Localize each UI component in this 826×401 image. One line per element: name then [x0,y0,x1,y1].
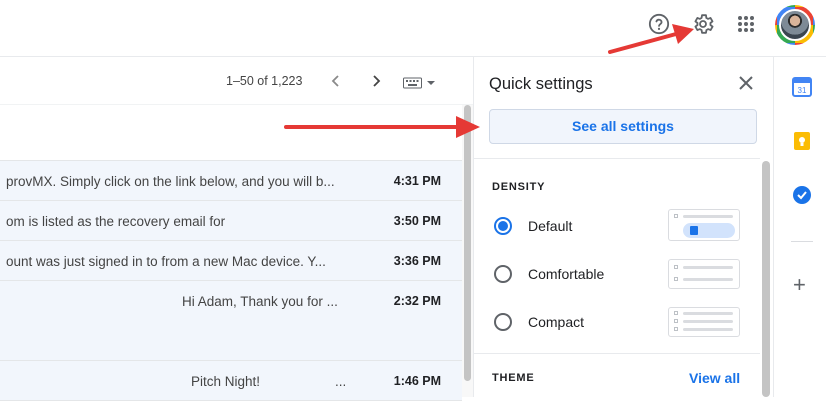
list-item[interactable]: provMX. Simply click on the link below, … [0,161,462,201]
list-item[interactable]: Pitch Night! ... 1:46 PM [0,361,462,401]
quick-settings-title: Quick settings [489,75,593,93]
pager-count: 1–50 of 1,223 [226,74,303,88]
radio-unselected[interactable] [494,313,512,331]
chevron-right-icon[interactable] [368,70,386,92]
density-label: DENSITY [492,181,546,193]
density-preview-compact [668,307,740,337]
quick-settings-panel: Quick settings See all settings DENSITY … [473,57,773,397]
preview-line [683,312,733,315]
tasks-icon[interactable] [792,185,812,205]
list-item[interactable]: om is listed as the recovery email for 3… [0,201,462,241]
email-snippet: ount was just signed in to from a new Ma… [6,254,326,269]
plus-icon[interactable]: + [793,274,806,296]
email-time: 1:46 PM [393,374,441,388]
preview-checkbox [674,327,678,331]
radio-unselected[interactable] [494,265,512,283]
top-bar [0,0,826,57]
preview-line [683,328,733,331]
account-avatar[interactable] [775,5,815,45]
theme-label: THEME [492,372,535,384]
chevron-left-icon[interactable] [327,70,345,92]
density-option-label: Compact [528,314,585,330]
divider [474,158,760,159]
email-snippet: Pitch Night! [191,374,261,389]
preview-line [683,266,733,269]
list-item[interactable]: Hi Adam, Thank you for ... 2:32 PM [0,281,462,361]
preview-checkbox [674,319,678,323]
density-preview-default [668,209,740,241]
preview-checkbox [674,214,678,218]
email-snippet: om is listed as the recovery email for [6,214,226,229]
density-option-compact[interactable]: Compact [492,307,742,338]
gear-icon[interactable] [686,7,720,41]
preview-line [683,278,733,281]
email-rows: provMX. Simply click on the link below, … [0,105,462,401]
preview-line [683,320,733,323]
preview-checkbox [674,277,678,281]
pager-toolbar: 1–50 of 1,223 [0,57,473,105]
quick-settings-scrollbar[interactable] [760,157,772,397]
density-preview-comfortable [668,259,740,289]
mail-list-pane: 1–50 of 1,223 provMX. Simply click on th… [0,57,473,401]
density-option-comfortable[interactable]: Comfortable [492,259,742,290]
list-item[interactable]: ount was just signed in to from a new Ma… [0,241,462,281]
help-icon[interactable] [642,7,676,41]
keep-icon[interactable] [792,131,812,151]
keyboard-icon[interactable] [403,76,437,89]
density-option-label: Default [528,218,573,234]
side-panel: 31 + [773,57,826,397]
view-all-themes-link[interactable]: View all [689,370,740,386]
email-time: 4:31 PM [393,174,441,188]
scrollbar-thumb[interactable] [762,161,770,397]
divider [474,353,760,354]
email-time: 2:32 PM [393,294,441,308]
file-icon [690,226,698,235]
list-item[interactable] [0,105,462,161]
avatar-image [779,9,811,41]
density-option-label: Comfortable [528,266,605,282]
preview-checkbox [674,265,678,269]
email-snippet: provMX. Simply click on the link below, … [6,174,335,189]
see-all-settings-button[interactable]: See all settings [489,109,757,144]
close-icon[interactable] [736,73,756,93]
email-time: 3:50 PM [393,214,441,228]
mail-scrollbar[interactable] [462,105,473,397]
scrollbar-thumb[interactable] [464,105,471,381]
email-snippet: Hi Adam, Thank you for ... [182,294,338,309]
apps-grid-icon[interactable] [729,7,763,41]
density-option-default[interactable]: Default [492,209,742,242]
preview-line [683,215,733,218]
radio-selected[interactable] [494,217,512,235]
preview-checkbox [674,311,678,315]
email-time: 3:36 PM [393,254,441,268]
calendar-day: 31 [798,86,807,95]
calendar-icon[interactable]: 31 [792,77,812,97]
divider [791,241,813,242]
email-ellipsis: ... [335,374,347,389]
